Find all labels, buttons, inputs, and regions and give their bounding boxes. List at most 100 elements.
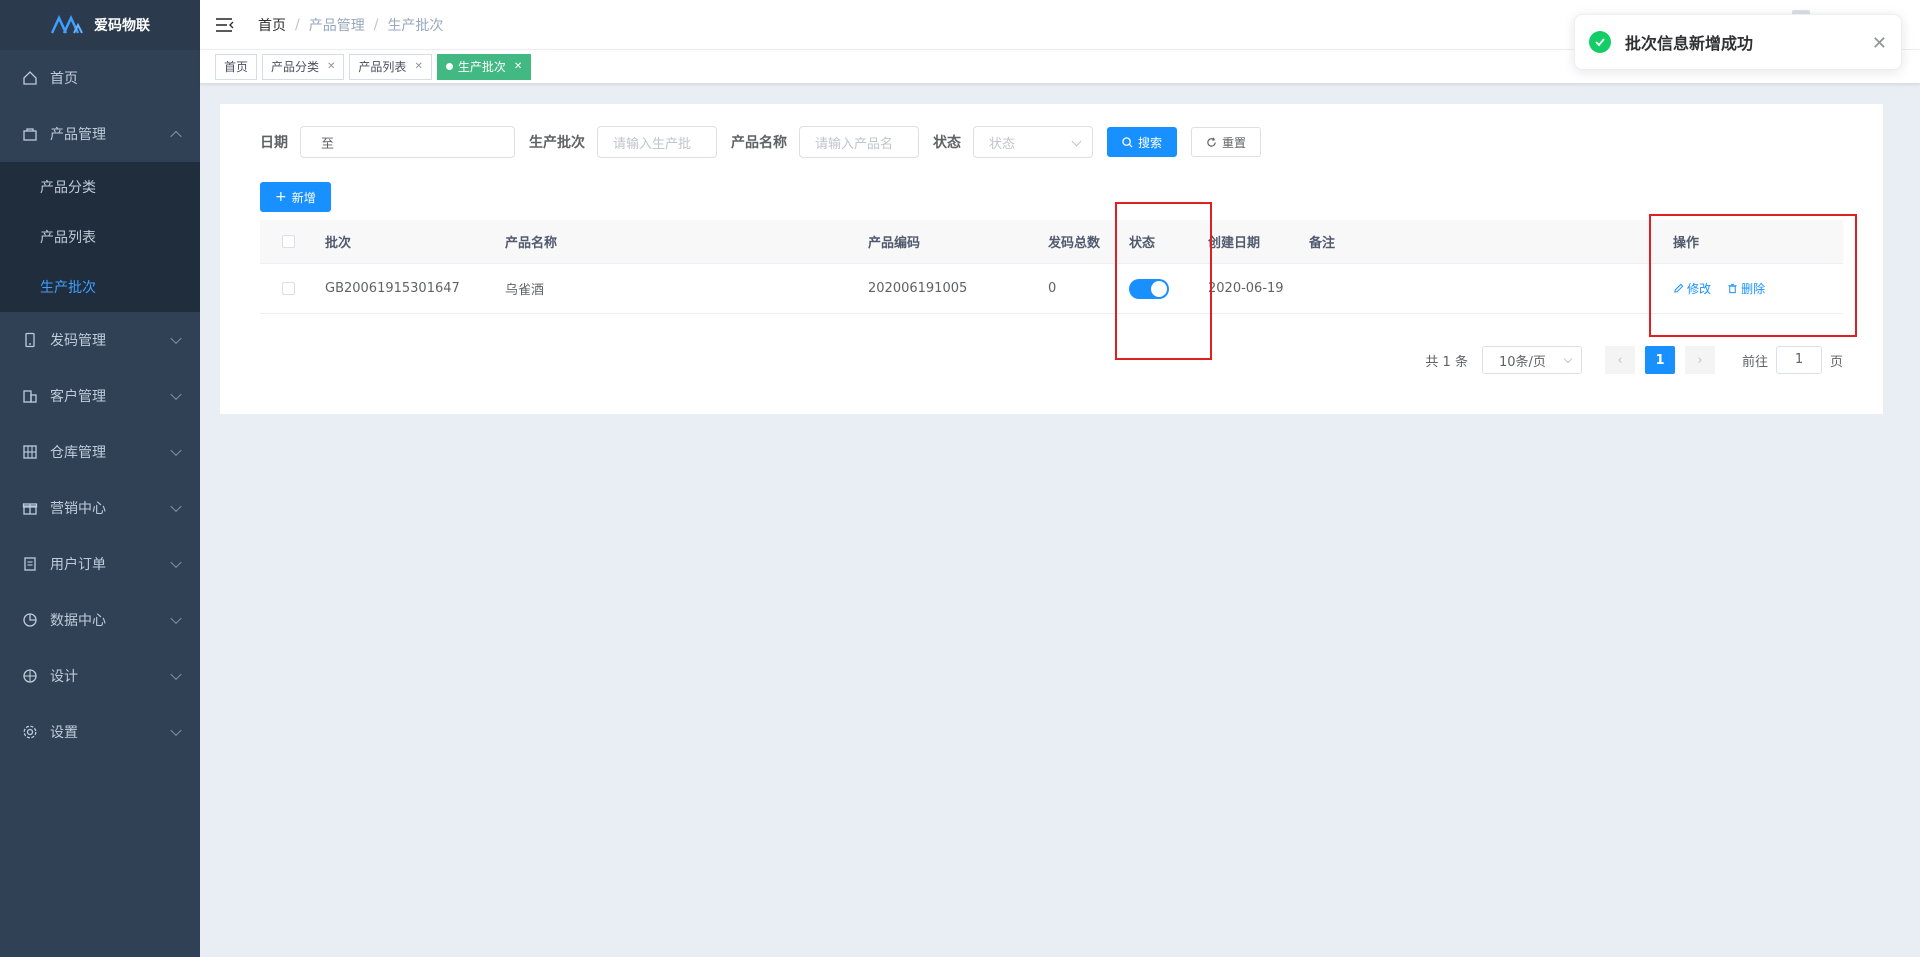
chevron-down-icon [1071, 136, 1082, 147]
batch-input[interactable]: 请输入生产批 [597, 126, 717, 158]
close-icon[interactable]: ✕ [1872, 33, 1887, 54]
page-size-value: 10条/页 [1498, 354, 1546, 370]
edit-button[interactable]: 修改 [1673, 280, 1711, 297]
sidebar-item-label: 设计 [50, 669, 78, 685]
chevron-down-icon [170, 444, 182, 457]
sidebar-item-production-batch[interactable]: 生产批次 [0, 262, 200, 312]
column-header: 产品编码 [868, 236, 921, 251]
sidebar-item-marketing-center[interactable]: 营销中心 [0, 480, 200, 536]
row-checkbox[interactable] [282, 282, 295, 295]
sidebar-item-product-list[interactable]: 产品列表 [0, 212, 200, 262]
add-batch-button[interactable]: + 新增 [260, 182, 331, 212]
product-name-placeholder: 请输入产品名 [815, 136, 894, 152]
close-icon[interactable]: ✕ [327, 61, 335, 72]
reset-button[interactable]: 重置 [1191, 127, 1262, 157]
gift-icon [22, 500, 38, 516]
tab-label: 产品列表 [358, 60, 407, 74]
sidebar-item-warehouse-management[interactable]: 仓库管理 [0, 424, 200, 480]
menu-fold-icon[interactable] [216, 17, 234, 33]
batch-cell: GB20061915301647 [325, 281, 460, 296]
sidebar-item-settings[interactable]: 设置 [0, 704, 200, 760]
app-logo[interactable]: 爱码物联 [0, 0, 200, 50]
tab-product-category[interactable]: 产品分类 ✕ [262, 53, 345, 80]
sidebar-item-code-management[interactable]: 发码管理 [0, 312, 200, 368]
column-header: 产品名称 [505, 236, 558, 251]
status-label: 状态 [933, 135, 961, 151]
warehouse-icon [22, 444, 38, 460]
code-total-cell: 0 [1048, 281, 1057, 296]
chevron-left-icon: ‹ [1617, 352, 1623, 368]
breadcrumb: 首页 / 产品管理 / 生产批次 [258, 15, 443, 35]
status-placeholder: 状态 [989, 136, 1016, 152]
page-number-button[interactable]: 1 [1644, 346, 1675, 374]
column-header: 发码总数 [1048, 236, 1101, 251]
product-submenu: 产品分类 产品列表 生产批次 [0, 162, 200, 312]
chevron-down-icon [170, 724, 182, 737]
goto-page: 前往 1 页 [1742, 346, 1843, 374]
next-page-button[interactable]: › [1684, 346, 1715, 374]
sidebar-item-home[interactable]: 首页 [0, 50, 200, 106]
pagination-total: 共 1 条 [1425, 354, 1468, 370]
chevron-down-icon [170, 332, 182, 345]
sidebar-item-design[interactable]: 设计 [0, 648, 200, 704]
chevron-right-icon: › [1697, 352, 1703, 368]
page-size-select[interactable]: 10条/页 [1481, 346, 1582, 374]
refresh-icon [1207, 137, 1216, 147]
document-icon [22, 556, 38, 572]
breadcrumb-separator: / [373, 16, 379, 33]
close-icon[interactable]: ✕ [514, 61, 522, 72]
table-row: GB20061915301647 乌雀酒 202006191005 0 2020… [260, 264, 1843, 314]
shopping-bag-icon [22, 126, 38, 142]
trash-icon [1728, 283, 1737, 293]
table-header: 批次 产品名称 产品编码 发码总数 状态 创建日期 备注 操作 [260, 220, 1843, 264]
select-all-checkbox[interactable] [282, 235, 295, 248]
breadcrumb-home[interactable]: 首页 [258, 15, 286, 35]
goto-prefix: 前往 [1741, 354, 1768, 370]
tab-product-list[interactable]: 产品列表 ✕ [349, 53, 432, 80]
date-range-picker[interactable]: 至 [300, 126, 515, 158]
basketball-icon [22, 668, 38, 684]
sidebar-item-customer-management[interactable]: 客户管理 [0, 368, 200, 424]
logo-icon [50, 15, 83, 34]
status-select[interactable]: 状态 [973, 126, 1093, 158]
search-form: 日期 至 生产批次 请输入生产批 产品名称 请输入产品名 状态 状态 搜索 重置 [260, 126, 1262, 158]
search-button[interactable]: 搜索 [1107, 127, 1178, 157]
sidebar-item-label: 数据中心 [50, 613, 106, 629]
column-header: 备注 [1309, 236, 1336, 251]
status-switch[interactable] [1129, 278, 1169, 299]
sidebar-item-label: 客户管理 [50, 389, 106, 405]
goto-page-input[interactable]: 1 [1775, 346, 1822, 374]
sidebar-item-label: 仓库管理 [50, 445, 106, 461]
sidebar-item-label: 产品管理 [50, 127, 106, 143]
tab-label: 生产批次 [457, 60, 506, 74]
sidebar-item-user-orders[interactable]: 用户订单 [0, 536, 200, 592]
chevron-down-icon [170, 612, 182, 625]
edit-label: 修改 [1687, 281, 1712, 296]
app-title: 爱码物联 [94, 18, 150, 34]
prev-page-button[interactable]: ‹ [1604, 346, 1635, 374]
sidebar-item-product-management[interactable]: 产品管理 [0, 106, 200, 162]
sidebar: 爱码物联 首页 产品管理 产品分类 产品列表 生产批次 发码管理 客户管理 仓库… [0, 0, 200, 957]
sidebar-item-data-center[interactable]: 数据中心 [0, 592, 200, 648]
sidebar-item-label: 发码管理 [50, 333, 106, 349]
chevron-down-icon [170, 668, 182, 681]
column-header: 创建日期 [1208, 236, 1261, 251]
chevron-down-icon [170, 556, 182, 569]
mobile-icon [22, 332, 38, 348]
sidebar-item-label: 首页 [50, 71, 78, 87]
add-button-label: 新增 [291, 190, 316, 205]
sidebar-item-label: 营销中心 [50, 501, 106, 517]
sidebar-item-product-category[interactable]: 产品分类 [0, 162, 200, 212]
tab-production-batch[interactable]: 生产批次 ✕ [436, 53, 532, 80]
sidebar-item-label: 用户订单 [50, 557, 106, 573]
product-name-input[interactable]: 请输入产品名 [799, 126, 919, 158]
gear-icon [22, 724, 38, 740]
batch-label: 生产批次 [529, 135, 585, 151]
tab-home[interactable]: 首页 [215, 53, 258, 80]
column-header: 操作 [1673, 236, 1700, 251]
delete-button[interactable]: 删除 [1727, 280, 1765, 297]
search-button-label: 搜索 [1138, 135, 1163, 150]
plus-icon: + [275, 189, 287, 205]
close-icon[interactable]: ✕ [414, 61, 422, 72]
breadcrumb-current: 生产批次 [387, 17, 444, 34]
